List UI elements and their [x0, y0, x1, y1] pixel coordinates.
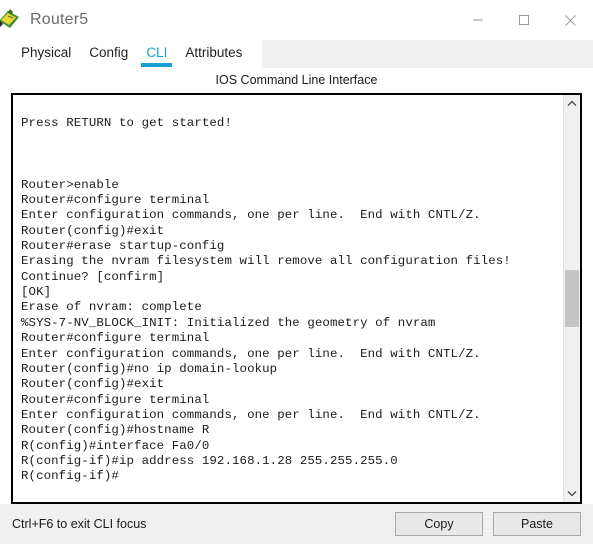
- terminal-line: Router(config)#exit: [21, 377, 165, 392]
- maximize-button[interactable]: [501, 0, 547, 40]
- terminal-line: Erase of nvram: complete: [21, 300, 202, 315]
- terminal-line: Continue? [confirm]: [21, 269, 165, 284]
- terminal-line: Enter configuration commands, one per li…: [21, 346, 481, 361]
- chevron-down-icon[interactable]: [564, 485, 580, 502]
- close-button[interactable]: [547, 0, 593, 40]
- router-device-icon: [0, 7, 24, 33]
- window-title: Router5: [30, 11, 89, 28]
- paste-button[interactable]: Paste: [493, 512, 581, 536]
- tab-config[interactable]: Config: [80, 40, 137, 68]
- copy-button[interactable]: Copy: [395, 512, 483, 536]
- chevron-up-icon[interactable]: [564, 95, 580, 112]
- terminal-line: R(config)#interface Fa0/0: [21, 438, 210, 453]
- terminal-line: Enter configuration commands, one per li…: [21, 407, 481, 422]
- terminal-line: Router#configure terminal: [21, 392, 210, 407]
- tab-physical[interactable]: Physical: [12, 40, 80, 68]
- scrollbar-track[interactable]: [564, 112, 580, 485]
- tab-attributes[interactable]: Attributes: [176, 40, 251, 68]
- terminal-output[interactable]: Press RETURN to get started! Router>enab…: [13, 95, 563, 502]
- terminal-line: R(config-if)#ip address 192.168.1.28 255…: [21, 453, 398, 468]
- footer-button-group: Copy Paste: [395, 512, 581, 536]
- terminal-line: Router(config)#exit: [21, 223, 165, 238]
- terminal-line: [OK]: [21, 285, 52, 300]
- terminal-line: %SYS-7-NV_BLOCK_INIT: Initialized the ge…: [21, 315, 436, 330]
- terminal-line: Press RETURN to get started!: [21, 116, 232, 131]
- terminal-line: Router>enable: [21, 177, 119, 192]
- router-cli-window: Router5 Physical Config CLI Attributes I…: [0, 0, 593, 544]
- terminal-line: Enter configuration commands, one per li…: [21, 208, 481, 223]
- window-controls: [455, 0, 593, 40]
- footer-bar: Ctrl+F6 to exit CLI focus Copy Paste: [0, 504, 593, 544]
- terminal-line: Router#erase startup-config: [21, 239, 225, 254]
- tab-list: Physical Config CLI Attributes: [0, 40, 251, 68]
- terminal-line: R(config-if)#: [21, 469, 119, 484]
- terminal-line: Router#configure terminal: [21, 193, 210, 208]
- tab-strip: Physical Config CLI Attributes: [0, 40, 593, 68]
- terminal-scrollbar[interactable]: [563, 95, 580, 502]
- terminal-container: Press RETURN to get started! Router>enab…: [11, 93, 582, 504]
- panel-title: IOS Command Line Interface: [215, 73, 378, 87]
- title-bar: Router5: [0, 0, 593, 40]
- terminal-line: Erasing the nvram filesystem will remove…: [21, 254, 511, 269]
- terminal-line: Router(config)#hostname R: [21, 423, 210, 438]
- minimize-button[interactable]: [455, 0, 501, 40]
- terminal-line: Router#configure terminal: [21, 331, 210, 346]
- terminal-line: Router(config)#no ip domain-lookup: [21, 361, 278, 376]
- tab-cli[interactable]: CLI: [137, 40, 176, 68]
- cli-focus-hint: Ctrl+F6 to exit CLI focus: [12, 517, 147, 531]
- scrollbar-thumb[interactable]: [565, 270, 579, 327]
- cli-panel: IOS Command Line Interface Press RETURN …: [0, 68, 593, 504]
